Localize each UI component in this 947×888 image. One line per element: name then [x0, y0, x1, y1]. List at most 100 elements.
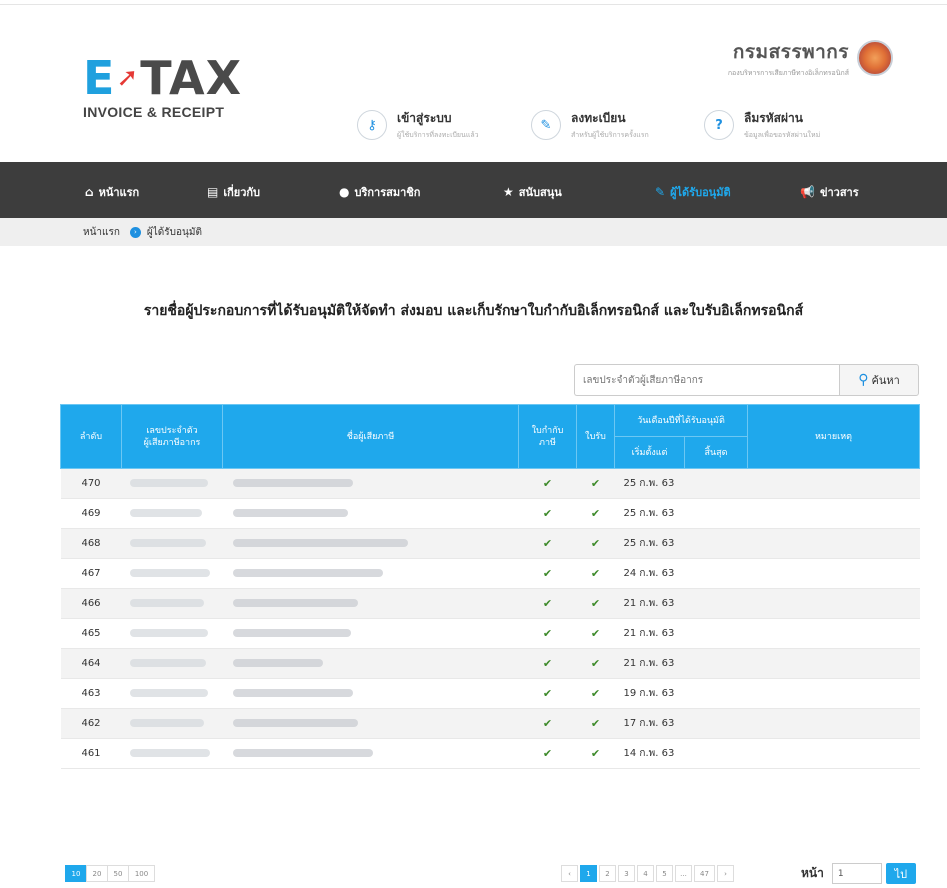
register-subtitle: สำหรับผู้ใช้บริการครั้งแรก — [571, 131, 649, 139]
search-button-label: ค้นหา — [871, 374, 900, 387]
cell-start-date: 21 ก.พ. 63 — [614, 588, 685, 619]
cell-remark — [747, 738, 920, 769]
header-start[interactable]: เริ่มตั้งแต่ — [614, 436, 685, 469]
page-1-button[interactable]: 1 — [580, 865, 597, 882]
nav-home[interactable]: ⌂ หน้าแรก — [85, 183, 139, 201]
forgot-password-link[interactable]: ? ลืมรหัสผ่าน ข้อมูลเพื่อขอรหัสผ่านใหม่ — [704, 109, 820, 141]
next-page-button[interactable]: › — [717, 865, 734, 882]
page-size-10[interactable]: 10 — [65, 865, 87, 882]
cell-receipt-check-icon: ✔ — [576, 498, 615, 529]
logo-arrow-icon: ➚ — [116, 63, 140, 93]
goto-page-input[interactable]: 1 — [831, 863, 882, 884]
prev-page-button[interactable]: ‹ — [561, 865, 578, 882]
cell-no: 467 — [60, 558, 122, 589]
cell-no: 462 — [60, 708, 122, 739]
cell-remark — [747, 588, 920, 619]
table-row: 469 ✔ ✔ 25 ก.พ. 63 — [60, 498, 920, 529]
nav-member-services-label: บริการสมาชิก — [354, 186, 421, 199]
header-receipt[interactable]: ใบรับ — [576, 404, 615, 469]
cell-taxid-redacted — [121, 738, 223, 769]
cell-receipt-check-icon: ✔ — [576, 648, 615, 679]
nav-news[interactable]: 📢 ข่าวสาร — [800, 183, 859, 201]
header-name[interactable]: ชื่อผู้เสียภาษี — [222, 404, 519, 469]
cell-name-redacted — [222, 558, 519, 589]
page-2-button[interactable]: 2 — [599, 865, 616, 882]
cell-taxid-redacted — [121, 588, 223, 619]
forgot-password-subtitle: ข้อมูลเพื่อขอรหัสผ่านใหม่ — [744, 131, 821, 139]
page-title: รายชื่อผู้ประกอบการที่ได้รับอนุมัติให้จั… — [143, 303, 804, 319]
login-link[interactable]: ⚷ เข้าสู่ระบบ ผู้ใช้บริการที่ลงทะเบียนแล… — [357, 109, 479, 141]
cell-no: 468 — [60, 528, 122, 559]
cell-name-redacted — [222, 528, 519, 559]
header-remark: หมายเหตุ — [747, 404, 920, 469]
page-size-100[interactable]: 100 — [128, 865, 155, 882]
home-icon: ⌂ — [85, 185, 94, 199]
register-link[interactable]: ✎ ลงทะเบียน สำหรับผู้ใช้บริการครั้งแรก — [531, 109, 649, 141]
cell-taxid-redacted — [121, 528, 223, 559]
header-taxid[interactable]: เลขประจำตัว ผู้เสียภาษีอากร — [121, 404, 223, 469]
cell-invoice-check-icon: ✔ — [518, 498, 577, 529]
cell-start-date: 25 ก.พ. 63 — [614, 498, 685, 529]
breadcrumb: หน้าแรก › ผู้ได้รับอนุมัติ — [0, 218, 947, 246]
cell-start-date: 19 ก.พ. 63 — [614, 678, 685, 709]
page-size-selector: 10 20 50 100 — [65, 865, 155, 882]
etax-logo[interactable]: E ➚ TAX INVOICE & RECEIPT — [83, 55, 242, 120]
cell-no: 469 — [60, 498, 122, 529]
user-icon: ● — [339, 185, 350, 199]
cell-end-date — [684, 528, 748, 559]
cell-start-date: 24 ก.พ. 63 — [614, 558, 685, 589]
cell-no: 464 — [60, 648, 122, 679]
department-seal-icon — [857, 40, 893, 76]
goto-page: หน้า 1 ไป — [801, 863, 916, 884]
breadcrumb-home[interactable]: หน้าแรก — [83, 225, 120, 240]
page-size-20[interactable]: 20 — [86, 865, 108, 882]
question-icon: ? — [704, 110, 734, 140]
page-3-button[interactable]: 3 — [618, 865, 635, 882]
cell-name-redacted — [222, 708, 519, 739]
nav-about[interactable]: ▤ เกี่ยวกับ — [207, 183, 260, 201]
cell-end-date — [684, 708, 748, 739]
page-4-button[interactable]: 4 — [637, 865, 654, 882]
cell-taxid-redacted — [121, 708, 223, 739]
cell-invoice-check-icon: ✔ — [518, 468, 577, 499]
cell-invoice-check-icon: ✔ — [518, 678, 577, 709]
cell-start-date: 17 ก.พ. 63 — [614, 708, 685, 739]
search-input[interactable] — [574, 364, 839, 396]
page-size-50[interactable]: 50 — [107, 865, 129, 882]
cell-invoice-check-icon: ✔ — [518, 528, 577, 559]
document-icon: ▤ — [207, 185, 219, 199]
search-button[interactable]: ⚲ ค้นหา — [839, 364, 919, 396]
goto-page-button[interactable]: ไป — [885, 863, 916, 884]
cell-name-redacted — [222, 618, 519, 649]
cell-no: 466 — [60, 588, 122, 619]
department-name: กรมสรรพากร — [732, 42, 849, 63]
logo-e: E — [83, 51, 116, 105]
cell-remark — [747, 618, 920, 649]
header-no[interactable]: ลำดับ — [60, 404, 122, 469]
cell-end-date — [684, 648, 748, 679]
nav-support[interactable]: ★ สนับสนุน — [503, 183, 562, 201]
nav-home-label: หน้าแรก — [98, 186, 140, 199]
nav-member-services[interactable]: ● บริการสมาชิก — [339, 183, 420, 201]
site-header: E ➚ TAX INVOICE & RECEIPT กรมสรรพากร กองบร… — [0, 5, 947, 162]
edit-icon: ✎ — [531, 110, 561, 140]
cell-receipt-check-icon: ✔ — [576, 588, 615, 619]
cell-remark — [747, 678, 920, 709]
cell-taxid-redacted — [121, 618, 223, 649]
page-47-button[interactable]: 47 — [694, 865, 715, 882]
department-brand: กรมสรรพากร กองบริหารการเสียภาษีทางอิเล็ก… — [728, 37, 893, 79]
cell-name-redacted — [222, 468, 519, 499]
table-row: 462 ✔ ✔ 17 ก.พ. 63 — [60, 708, 920, 739]
nav-about-label: เกี่ยวกับ — [223, 186, 261, 199]
cell-invoice-check-icon: ✔ — [518, 708, 577, 739]
search-bar: ⚲ค้นหา — [574, 364, 919, 396]
header-invoice[interactable]: ใบกำกับ ภาษี — [518, 404, 577, 469]
page-5-button[interactable]: 5 — [656, 865, 673, 882]
cell-receipt-check-icon: ✔ — [576, 708, 615, 739]
cell-end-date — [684, 468, 748, 499]
nav-approved[interactable]: ✎ ผู้ได้รับอนุมัติ — [655, 183, 731, 201]
cell-end-date — [684, 738, 748, 769]
cell-name-redacted — [222, 738, 519, 769]
cell-no: 465 — [60, 618, 122, 649]
header-end[interactable]: สิ้นสุด — [684, 436, 748, 469]
